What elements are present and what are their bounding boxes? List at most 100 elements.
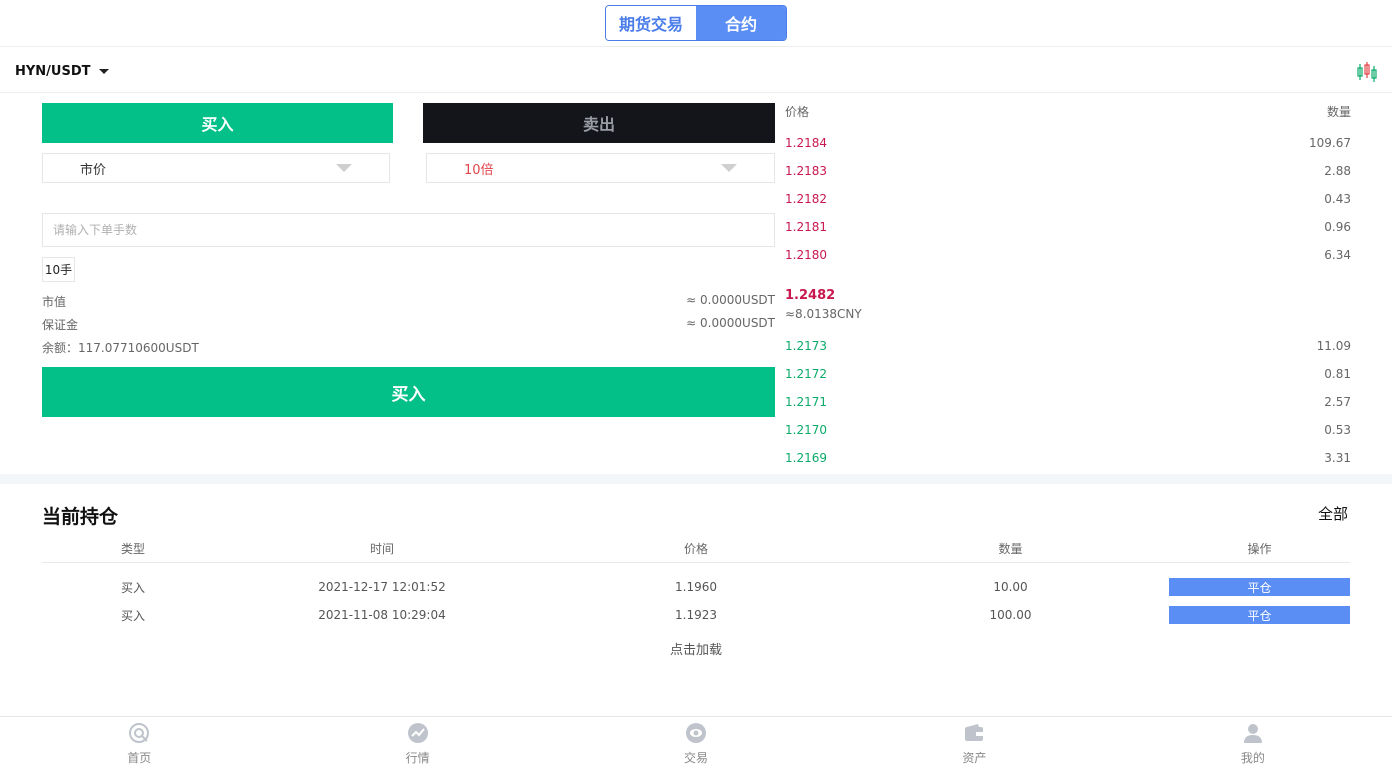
row-time: 2021-12-17 12:01:52: [318, 580, 446, 594]
bid-row[interactable]: 1.2171 2.57: [785, 395, 1351, 413]
bid-price: 1.2169: [785, 451, 827, 465]
positions-table: 类型 时间 价格 数量 操作 买入 2021-12-17 12:01:52 1.…: [42, 538, 1350, 629]
bid-price: 1.2173: [785, 339, 827, 353]
col-type: 类型: [120, 541, 145, 556]
bid-qty: 11.09: [1316, 339, 1351, 353]
ask-price: 1.2182: [785, 192, 827, 206]
market-value-row: 市值 ≈ 0.0000USDT: [42, 293, 775, 311]
ask-qty: 2.88: [1324, 164, 1351, 178]
row-qty: 10.00: [993, 580, 1028, 594]
nav-item-market[interactable]: 行情: [278, 717, 556, 767]
nav-label: 交易: [684, 751, 709, 765]
close-position-button[interactable]: 平仓: [1169, 578, 1350, 596]
bid-price: 1.2171: [785, 395, 827, 409]
ask-qty: 109.67: [1309, 136, 1351, 150]
sell-tab[interactable]: 卖出: [423, 103, 775, 143]
row-type: 买入: [120, 608, 145, 623]
quantity-input[interactable]: [42, 213, 775, 247]
nav-item-assets[interactable]: 资产: [835, 717, 1113, 767]
buy-tab[interactable]: 买入: [42, 103, 393, 143]
ask-row[interactable]: 1.2182 0.43: [785, 192, 1351, 210]
section-divider: [0, 474, 1392, 484]
nav-item-trade[interactable]: 交易: [557, 717, 835, 767]
nav-label: 我的: [1240, 751, 1265, 765]
nav-label: 首页: [127, 751, 152, 765]
divider: [0, 46, 1392, 47]
orderbook-header: 价格 数量: [785, 103, 1351, 121]
ask-qty: 0.96: [1324, 220, 1351, 234]
pair-label: HYN/USDT: [15, 63, 91, 79]
last-price: 1.2482: [785, 288, 836, 303]
bid-qty: 3.31: [1324, 451, 1351, 465]
market-value-label: 市值: [42, 295, 67, 309]
bid-row[interactable]: 1.2169 3.31: [785, 451, 1351, 469]
nav-item-home[interactable]: 首页: [0, 717, 278, 767]
leverage-select[interactable]: 10倍: [426, 153, 775, 183]
balance-row: 余额：117.07710600USDT: [42, 339, 775, 357]
ask-row[interactable]: 1.2181 0.96: [785, 220, 1351, 238]
submit-buy-button[interactable]: 买入: [42, 367, 775, 417]
order-type-select[interactable]: 市价: [42, 153, 390, 183]
bid-row[interactable]: 1.2173 11.09: [785, 339, 1351, 357]
positions-title: 当前持仓: [42, 506, 119, 528]
margin-row: 保证金 ≈ 0.0000USDT: [42, 316, 775, 334]
market-icon: [407, 723, 428, 743]
ask-price: 1.2180: [785, 248, 827, 262]
pair-selector[interactable]: HYN/USDT: [15, 61, 109, 81]
row-qty: 100.00: [989, 608, 1032, 622]
ask-row[interactable]: 1.2183 2.88: [785, 164, 1351, 182]
tab-futures[interactable]: 期货交易: [606, 6, 696, 40]
nav-label: 资产: [962, 751, 987, 765]
ask-qty: 6.34: [1324, 248, 1351, 262]
table-row: 买入 2021-11-08 10:29:04 1.1923 100.00 平仓: [42, 601, 1350, 629]
tab-contract[interactable]: 合约: [696, 6, 786, 40]
user-icon: [1243, 724, 1262, 743]
table-row: 买入 2021-12-17 12:01:52 1.1960 10.00 平仓: [42, 573, 1350, 601]
load-more-link[interactable]: 点击加载: [0, 639, 1392, 658]
bottom-nav: 首页 行情 交易 资产 我的: [0, 716, 1392, 767]
row-price: 1.1923: [675, 608, 717, 622]
bid-qty: 0.81: [1324, 367, 1351, 381]
row-time: 2021-11-08 10:29:04: [318, 608, 446, 622]
triangle-down-icon: [336, 164, 352, 172]
margin-value: ≈ 0.0000USDT: [686, 316, 775, 330]
lot-option-chip[interactable]: 10手: [42, 257, 75, 282]
ask-row[interactable]: 1.2184 109.67: [785, 136, 1351, 154]
ask-price: 1.2184: [785, 136, 827, 150]
positions-header: 类型 时间 价格 数量 操作: [42, 538, 1350, 558]
nav-item-me[interactable]: 我的: [1114, 717, 1392, 767]
row-type: 买入: [120, 580, 145, 595]
col-qty: 数量: [998, 541, 1023, 556]
col-price: 价格: [683, 541, 708, 556]
positions-all-link[interactable]: 全部: [1318, 503, 1348, 524]
price-header: 价格: [785, 105, 810, 119]
col-action: 操作: [1247, 541, 1272, 556]
home-icon: [129, 723, 150, 743]
market-value: ≈ 0.0000USDT: [686, 293, 775, 307]
col-time: 时间: [369, 541, 394, 556]
ask-price: 1.2183: [785, 164, 827, 178]
close-position-button[interactable]: 平仓: [1169, 606, 1350, 624]
qty-header: 数量: [1326, 105, 1351, 119]
candlestick-chart-icon[interactable]: [1355, 60, 1379, 84]
leverage-value: 10倍: [464, 162, 494, 178]
bid-qty: 0.53: [1324, 423, 1351, 437]
bid-price: 1.2172: [785, 367, 827, 381]
bid-row[interactable]: 1.2170 0.53: [785, 423, 1351, 441]
wallet-icon: [965, 724, 984, 741]
mode-toggle: 期货交易 合约: [605, 5, 787, 41]
last-price-cny: ≈8.0138CNY: [785, 307, 862, 321]
ask-row[interactable]: 1.2180 6.34: [785, 248, 1351, 266]
caret-down-icon: [98, 68, 109, 74]
bid-row[interactable]: 1.2172 0.81: [785, 367, 1351, 385]
ask-qty: 0.43: [1324, 192, 1351, 206]
bid-price: 1.2170: [785, 423, 827, 437]
nav-label: 行情: [405, 751, 430, 765]
triangle-down-icon: [721, 164, 737, 172]
divider: [0, 92, 1392, 93]
order-type-value: 市价: [80, 162, 107, 178]
row-price: 1.1960: [675, 580, 717, 594]
bid-qty: 2.57: [1324, 395, 1351, 409]
margin-label: 保证金: [42, 318, 79, 332]
ask-price: 1.2181: [785, 220, 827, 234]
